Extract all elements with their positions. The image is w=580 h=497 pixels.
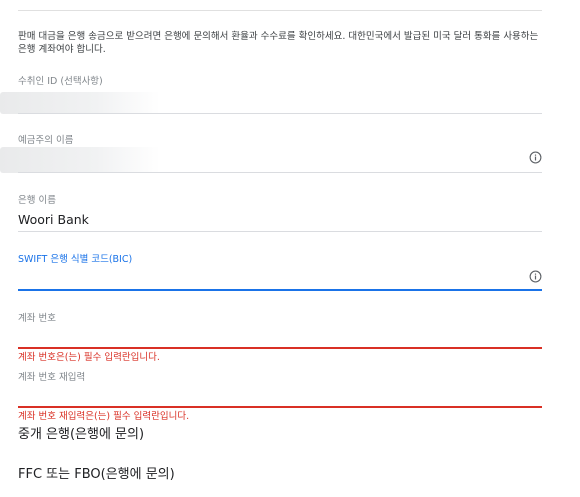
- recipient-id-label: 수취인 ID (선택사항): [18, 76, 103, 87]
- ffc-fbo-heading[interactable]: FFC 또는 FBO(은행에 문의): [18, 466, 175, 484]
- recipient-id-underline: [18, 113, 542, 114]
- swift-code-field[interactable]: SWIFT 은행 식별 코드(BIC): [18, 254, 542, 289]
- account-number-input[interactable]: [18, 332, 542, 348]
- swift-code-label: SWIFT 은행 식별 코드(BIC): [18, 254, 133, 265]
- bank-name-field[interactable]: 은행 이름 Woori Bank: [18, 195, 542, 228]
- account-number-underline: [18, 347, 542, 349]
- swift-code-info-icon[interactable]: [529, 270, 542, 283]
- account-number-confirm-label: 계좌 번호 재입력: [18, 372, 86, 383]
- swift-code-input[interactable]: [18, 273, 542, 289]
- bank-name-label: 은행 이름: [18, 195, 56, 206]
- swift-code-underline: [18, 289, 542, 291]
- account-number-confirm-error: 계좌 번호 재입력은(는) 필수 입력란입니다.: [18, 411, 190, 422]
- account-number-label: 계좌 번호: [18, 313, 56, 324]
- account-holder-field[interactable]: 예금주의 이름: [0, 135, 542, 173]
- bank-name-underline: [18, 231, 542, 232]
- recipient-id-redacted-value: [0, 92, 160, 114]
- account-number-confirm-underline: [18, 406, 542, 408]
- top-divider: [18, 10, 542, 11]
- account-holder-underline: [18, 172, 542, 173]
- recipient-id-field[interactable]: 수취인 ID (선택사항): [0, 76, 542, 114]
- bank-name-input[interactable]: Woori Bank: [18, 212, 542, 228]
- account-holder-label: 예금주의 이름: [18, 135, 74, 146]
- account-number-confirm-field[interactable]: 계좌 번호 재입력: [18, 372, 542, 407]
- form-description: 판매 대금을 은행 송금으로 받으려면 은행에 문의해서 환율과 수수료를 확인…: [18, 31, 539, 55]
- account-number-confirm-input[interactable]: [18, 391, 542, 407]
- intermediary-bank-heading[interactable]: 중개 은행(은행에 문의): [18, 426, 144, 444]
- account-holder-info-icon[interactable]: [529, 151, 542, 164]
- account-number-field[interactable]: 계좌 번호: [18, 313, 542, 348]
- account-holder-redacted-value: [0, 147, 160, 173]
- account-number-error: 계좌 번호은(는) 필수 입력란입니다.: [18, 352, 160, 363]
